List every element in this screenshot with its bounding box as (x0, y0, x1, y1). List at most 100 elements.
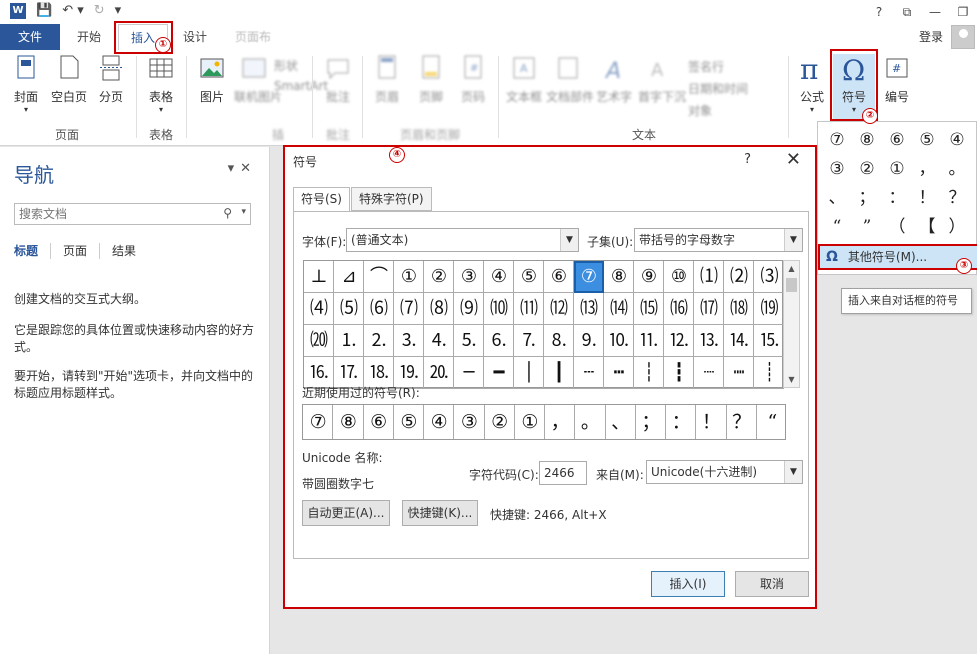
recent-symbol-cell[interactable]: ⑦ (303, 405, 334, 439)
dialog-close-button[interactable]: ✕ (786, 149, 801, 170)
gallery-symbol[interactable]: ⑤ (912, 126, 942, 155)
symbol-cell[interactable]: ┊ (754, 357, 784, 389)
nav-pane-controls[interactable]: ▾✕ (228, 161, 257, 176)
scroll-up-icon[interactable]: ▲ (784, 261, 799, 276)
gallery-symbol[interactable]: ， (912, 155, 942, 184)
restore-button[interactable]: ❐ (949, 0, 977, 24)
nav-search-input[interactable] (15, 204, 205, 224)
gallery-symbol[interactable]: ⑧ (852, 126, 882, 155)
cover-page-button[interactable]: 封面 ▾ (8, 54, 44, 114)
gallery-symbol[interactable]: ⑥ (882, 126, 912, 155)
undo-icon[interactable]: ↶ ▾ (62, 3, 84, 19)
char-code-input[interactable]: 2466 (539, 461, 587, 485)
symbol-cell[interactable]: ⑤ (514, 261, 544, 293)
symbol-cell[interactable]: ⒐ (574, 325, 604, 357)
tab-symbols[interactable]: 符号(S) (293, 187, 350, 212)
avatar[interactable] (951, 25, 975, 49)
recent-symbol-cell[interactable]: ④ (424, 405, 455, 439)
object-button[interactable]: 对象 (688, 100, 752, 122)
cancel-button[interactable]: 取消 (735, 571, 809, 597)
symbol-cell[interactable]: ⑾ (514, 293, 544, 325)
header-button[interactable]: 页眉 (372, 54, 402, 105)
symbol-cell[interactable]: ┉ (724, 357, 754, 389)
nav-tab-headings[interactable]: 标题 (14, 243, 52, 259)
recent-symbol-cell[interactable]: ② (485, 405, 515, 439)
symbol-cell[interactable]: ⑸ (334, 293, 364, 325)
gallery-symbol[interactable]: “ (822, 213, 852, 242)
symbol-cell[interactable]: ⌒ (364, 261, 394, 293)
textbox-button[interactable]: A 文本框 (504, 54, 544, 105)
equation-button[interactable]: π 公式 ▾ (795, 54, 829, 114)
save-icon[interactable]: 💾 (36, 3, 52, 19)
help-button[interactable]: ? (865, 0, 893, 24)
symbol-cell[interactable]: ⑵ (724, 261, 754, 293)
page-number-button[interactable]: # 页码 (458, 54, 488, 105)
insert-button[interactable]: 插入(I) (651, 571, 725, 597)
recent-symbol-cell[interactable]: ③ (454, 405, 485, 439)
gallery-symbol[interactable]: ？ (942, 184, 972, 213)
symbol-cell[interactable]: ⑿ (544, 293, 574, 325)
tab-design[interactable]: 设计 (172, 24, 218, 50)
quick-parts-button[interactable]: 文档部件 (546, 54, 594, 105)
symbol-cell[interactable]: ┆ (634, 357, 664, 389)
symbol-cell[interactable]: ┅ (604, 357, 634, 389)
table-button[interactable]: 表格 ▾ (143, 54, 179, 114)
recent-symbol-cell[interactable]: ： (666, 405, 697, 439)
symbol-cell[interactable]: ⑴ (694, 261, 724, 293)
symbol-cell[interactable]: ⒛ (424, 357, 454, 389)
symbol-cell[interactable]: ⒀ (574, 293, 604, 325)
tab-special-characters[interactable]: 特殊字符(P) (350, 187, 432, 211)
word-app-icon[interactable]: W (10, 3, 26, 19)
font-select[interactable]: (普通文本) ▼ (346, 228, 579, 252)
symbol-cell[interactable]: ⑻ (424, 293, 454, 325)
shortcut-key-button[interactable]: 快捷键(K)... (402, 500, 478, 526)
nav-tab-results[interactable]: 结果 (100, 243, 148, 259)
gallery-symbol[interactable]: ③ (822, 155, 852, 184)
recent-symbol-cell[interactable]: ⑤ (394, 405, 424, 439)
symbol-cell[interactable]: ⒃ (664, 293, 694, 325)
recent-symbol-cell[interactable]: 、 (606, 405, 636, 439)
gallery-symbol[interactable]: ② (852, 155, 882, 184)
gallery-symbol[interactable]: ： (882, 184, 912, 213)
number-button[interactable]: # 编号 (879, 54, 915, 105)
symbol-cell[interactable]: ③ (454, 261, 484, 293)
symbol-cell[interactable]: ⒁ (604, 293, 634, 325)
gallery-symbol[interactable]: ① (882, 155, 912, 184)
gallery-symbol[interactable]: 。 (942, 155, 972, 184)
symbol-cell[interactable]: ⒍ (484, 325, 514, 357)
recent-symbol-cell[interactable]: ① (515, 405, 545, 439)
online-pictures-button[interactable]: 联机图片 (234, 54, 282, 105)
symbol-cell[interactable]: ⑹ (364, 293, 394, 325)
login-link[interactable]: 登录 (919, 24, 943, 50)
symbol-cell[interactable]: ④ (484, 261, 514, 293)
symbol-cell[interactable]: ⒑ (604, 325, 634, 357)
smartart-button[interactable]: SmartArt (274, 76, 328, 96)
symbol-cell[interactable]: ⒋ (424, 325, 454, 357)
recent-symbol-cell[interactable]: “ (757, 405, 787, 439)
redo-icon[interactable]: ↻ (94, 3, 105, 19)
picture-button[interactable]: 图片 (194, 54, 230, 105)
gallery-symbol[interactable]: 、 (822, 184, 852, 213)
symbol-cell[interactable]: ⒅ (724, 293, 754, 325)
ribbon-display-button[interactable]: ⧉ (893, 0, 921, 24)
symbol-cell[interactable]: ⒓ (664, 325, 694, 357)
gallery-symbol[interactable]: 【 (912, 213, 942, 242)
symbol-cell[interactable]: ⑩ (664, 261, 694, 293)
symbol-cell[interactable]: │ (514, 357, 544, 389)
signature-line-button[interactable]: 签名行 (688, 56, 752, 78)
text-small-buttons[interactable]: 签名行 日期和时间 对象 (688, 56, 752, 122)
symbol-cell[interactable]: ━ (484, 357, 514, 389)
scroll-thumb[interactable] (786, 278, 797, 292)
symbol-cell[interactable]: ⒕ (724, 325, 754, 357)
recent-symbol-cell[interactable]: ！ (696, 405, 727, 439)
shapes-button[interactable]: 形状 (274, 56, 304, 76)
recent-symbol-cell[interactable]: ， (545, 405, 576, 439)
symbol-cell[interactable]: ⒖ (754, 325, 784, 357)
symbol-cell[interactable]: ┇ (664, 357, 694, 389)
gallery-symbol[interactable]: ； (852, 184, 882, 213)
symbol-cell[interactable]: ⑧ (604, 261, 634, 293)
gallery-symbol[interactable]: ） (942, 213, 972, 242)
nav-search-box[interactable]: ⚲ ▾ (14, 203, 251, 225)
symbol-cell[interactable]: ⒏ (544, 325, 574, 357)
symbol-cell[interactable]: ⊥ (304, 261, 334, 293)
